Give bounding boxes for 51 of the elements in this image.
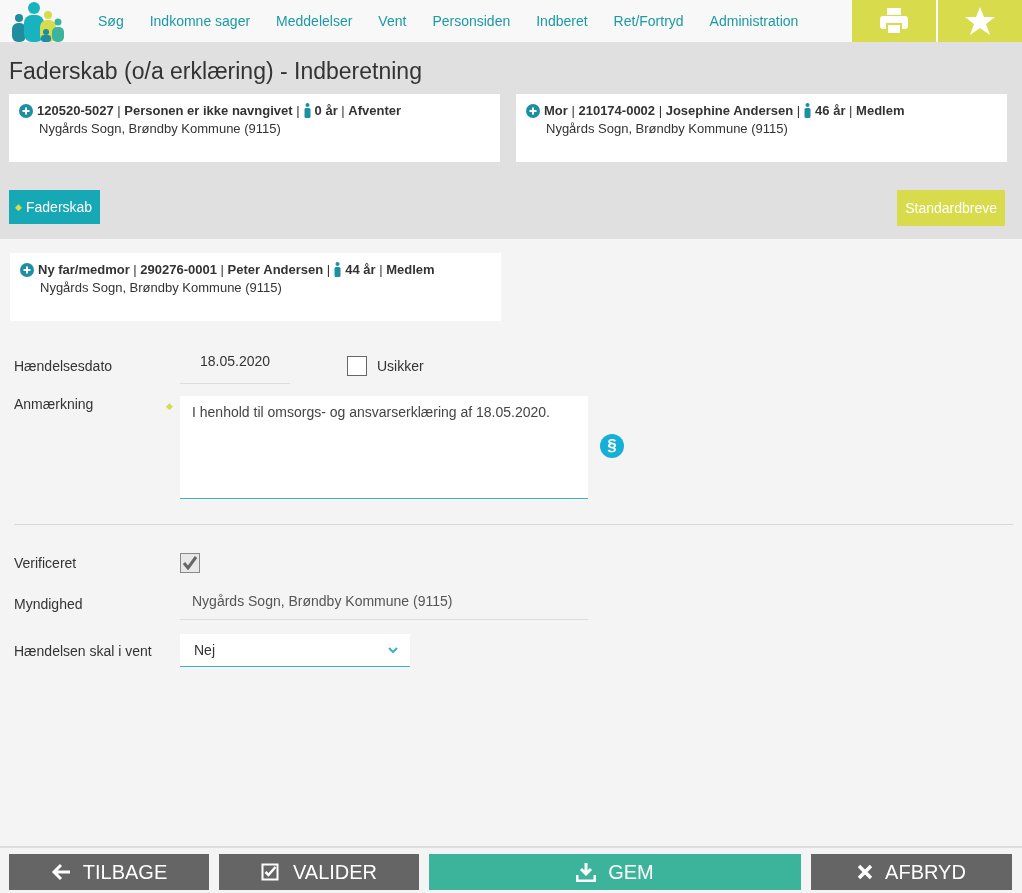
cancel-button[interactable]: AFBRYD — [811, 854, 1012, 890]
checkbox[interactable] — [347, 355, 367, 376]
nav-link[interactable]: Vent — [378, 13, 407, 29]
nav-link[interactable]: Søg — [98, 13, 124, 29]
wait-dropdown[interactable]: Nej — [180, 634, 410, 667]
checkmark-icon — [182, 556, 198, 570]
field-label: Myndighed — [14, 595, 84, 612]
person-header-text: Ny far/medmor | 290276-0001 | Peter Andersen | — [38, 262, 331, 277]
page-title: Faderskab (o/a erklæring) - Indberetning — [9, 58, 423, 85]
nav-link[interactable]: Meddelelser — [276, 13, 353, 29]
nav-link[interactable]: Personsiden — [432, 13, 511, 29]
paragraph-button[interactable]: § — [600, 434, 624, 458]
nav-link[interactable]: Administration — [709, 13, 799, 29]
remark-field[interactable]: I henhold til omsorgs- og ansvarserklæring af 18.05.2020. — [180, 396, 588, 499]
person-status-text: 46 år | Medlem — [815, 103, 905, 118]
checkbox-icon — [260, 863, 281, 881]
download-icon — [576, 862, 597, 882]
date-field[interactable]: 18.05.2020 — [180, 347, 290, 384]
nav-link[interactable]: Ret/Fortryd — [613, 13, 684, 29]
person-header-text: 120520-5027 | Personen er ikke navngivet | — [37, 103, 300, 118]
star-icon — [964, 6, 996, 36]
person-header-text: Mor | 210174-0002 | Josephine Andersen | — [544, 103, 801, 118]
field-label: Verificeret — [14, 555, 78, 571]
required-marker: ◆ — [166, 400, 174, 413]
validate-button[interactable]: VALIDER — [219, 854, 419, 890]
person-status-text: 0 år | Afventer — [314, 103, 402, 118]
print-icon — [879, 7, 909, 35]
arrow-left-icon — [50, 863, 71, 881]
person-icon — [334, 262, 342, 277]
expand-icon[interactable] — [526, 103, 540, 118]
field-label: Hændelsen skal i vent — [14, 642, 153, 659]
expand-icon[interactable] — [19, 103, 33, 118]
person-icon — [804, 103, 812, 118]
address-text: Nygårds Sogn, Brøndby Kommune (9115) — [545, 121, 789, 136]
back-button[interactable]: TILBAGE — [9, 854, 209, 890]
nav-link[interactable]: Indkomne sager — [149, 13, 251, 29]
case-tab[interactable]: ◆ Faderskab — [9, 190, 101, 224]
field-label: Anmærkning — [14, 396, 95, 412]
save-button[interactable]: GEM — [429, 854, 801, 890]
checkbox-label: Usikker — [377, 357, 424, 374]
person-icon — [303, 103, 311, 118]
address-text: Nygårds Sogn, Brøndby Kommune (9115) — [38, 121, 282, 136]
expand-icon[interactable] — [20, 262, 34, 277]
person-status-text: 44 år | Medlem — [345, 262, 435, 277]
authority-field: Nygårds Sogn, Brøndby Kommune (9115) — [180, 587, 588, 620]
close-icon — [857, 864, 874, 880]
field-label: Hændelsesdato — [14, 357, 114, 374]
checkbox[interactable] — [180, 553, 200, 573]
address-text: Nygårds Sogn, Brøndby Kommune (9115) — [39, 280, 283, 295]
nav-link[interactable]: Indberet — [536, 13, 588, 29]
chevron-down-icon — [388, 646, 398, 654]
